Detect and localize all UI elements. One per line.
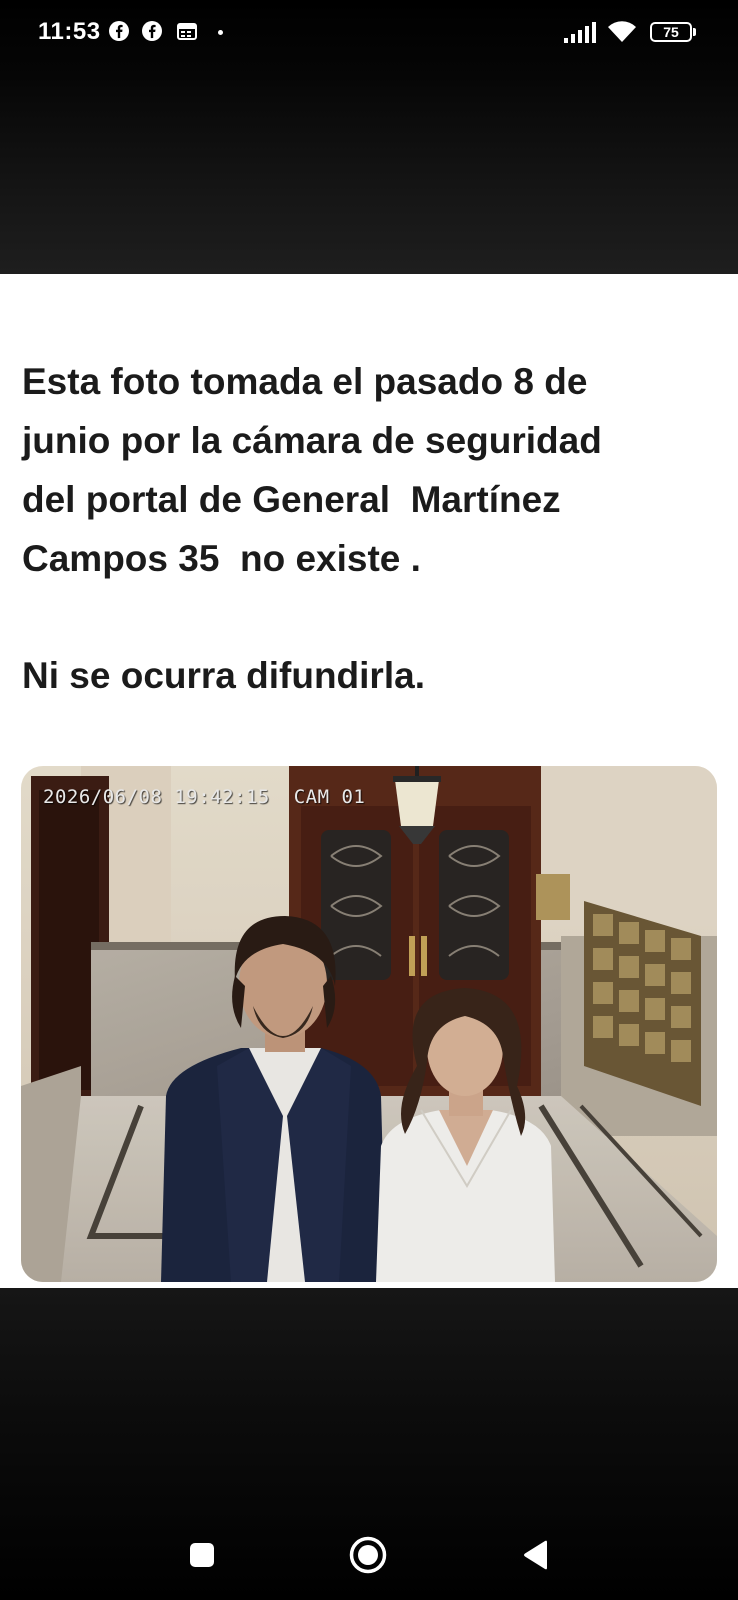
recents-button[interactable] [177,1520,227,1590]
security-camera-image [21,766,717,1282]
circle-icon [349,1536,387,1574]
status-bar: 11:53 75 [0,0,738,66]
status-time: 11:53 [38,18,101,45]
battery-icon: 75 [650,22,696,42]
facebook-icon [141,20,163,47]
notification-dot-icon [218,30,223,35]
post-line: del portal de General Martínez [22,479,561,520]
home-button[interactable] [343,1520,393,1590]
navigation-bar [0,1520,738,1590]
post-line: Campos 35 no existe . [22,538,421,579]
back-triangle-icon [524,1540,547,1570]
post-card: Esta foto tomada el pasado 8 de junio po… [0,274,738,1288]
post-paragraph-1: Esta foto tomada el pasado 8 de junio po… [22,352,722,588]
square-icon [190,1543,214,1567]
post-paragraph-2: Ni se ocurra difundirla. [22,655,425,696]
signal-icon [564,22,598,49]
timestamp-text: 2026/06/08 19:42:15 [43,786,270,808]
facebook-icon [108,20,130,47]
post-line: Esta foto tomada el pasado 8 de [22,361,588,402]
calendar-icon [176,20,198,47]
back-button[interactable] [511,1520,561,1590]
camera-label: CAM 01 [293,786,366,808]
post-line: junio por la cámara de seguridad [22,420,602,461]
wifi-icon [606,20,638,49]
camera-timestamp: 2026/06/08 19:42:15 CAM 01 [43,786,365,808]
post-photo[interactable]: 2026/06/08 19:42:15 CAM 01 [21,766,717,1282]
